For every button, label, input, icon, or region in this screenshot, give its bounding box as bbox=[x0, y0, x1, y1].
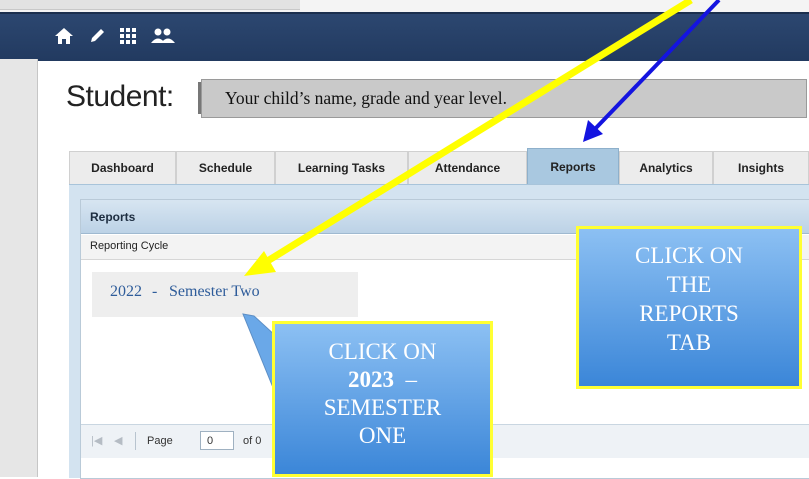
page-number-input[interactable]: 0 bbox=[200, 431, 234, 450]
callout-line: ONE bbox=[358, 423, 407, 448]
tab-dashboard[interactable]: Dashboard bbox=[69, 151, 176, 184]
row-semester[interactable]: Semester Two bbox=[169, 283, 260, 301]
tab-attendance[interactable]: Attendance bbox=[408, 151, 527, 184]
callout-line: THE bbox=[666, 272, 712, 297]
semester-callout: CLICK ON 2023 – SEMESTER ONE bbox=[272, 321, 493, 477]
prev-page-icon[interactable]: ◀ bbox=[114, 434, 122, 447]
callout-line: CLICK ON bbox=[635, 243, 743, 268]
callout-year: 2023 bbox=[348, 367, 394, 392]
browser-tab-lip bbox=[0, 0, 300, 10]
pager-divider bbox=[135, 432, 136, 450]
callout-line: REPORTS bbox=[639, 301, 739, 326]
pencil-icon[interactable] bbox=[85, 24, 109, 48]
blue-arrow-head bbox=[583, 120, 603, 142]
reports-tab-callout: CLICK ON THE REPORTS TAB bbox=[576, 226, 802, 389]
left-sidebar-edge bbox=[0, 59, 38, 477]
people-icon[interactable] bbox=[148, 24, 178, 48]
callout-line: TAB bbox=[666, 330, 712, 355]
row-separator: - bbox=[152, 283, 158, 300]
home-icon[interactable] bbox=[52, 24, 76, 48]
student-label: Student: bbox=[66, 80, 174, 113]
browser-top-strip bbox=[0, 0, 809, 12]
row-year[interactable]: 2022 bbox=[110, 283, 142, 301]
page-count-label: of 0 bbox=[243, 435, 262, 447]
grid-icon[interactable] bbox=[116, 24, 140, 48]
tab-schedule[interactable]: Schedule bbox=[176, 151, 275, 184]
page-label: Page bbox=[147, 435, 173, 447]
callout-line: CLICK ON bbox=[328, 339, 437, 364]
tab-analytics[interactable]: Analytics bbox=[619, 151, 713, 184]
callout-line: 2023 – bbox=[275, 366, 490, 394]
tab-learning-tasks[interactable]: Learning Tasks bbox=[275, 151, 408, 184]
top-navbar bbox=[0, 12, 809, 61]
tab-insights[interactable]: Insights bbox=[713, 151, 809, 184]
callout-dash: – bbox=[405, 367, 418, 392]
callout-line: SEMESTER bbox=[323, 395, 442, 420]
tab-reports[interactable]: Reports bbox=[527, 148, 619, 184]
student-name-box: Your child’s name, grade and year level. bbox=[201, 79, 807, 118]
first-page-icon[interactable]: |◀ bbox=[91, 434, 102, 447]
